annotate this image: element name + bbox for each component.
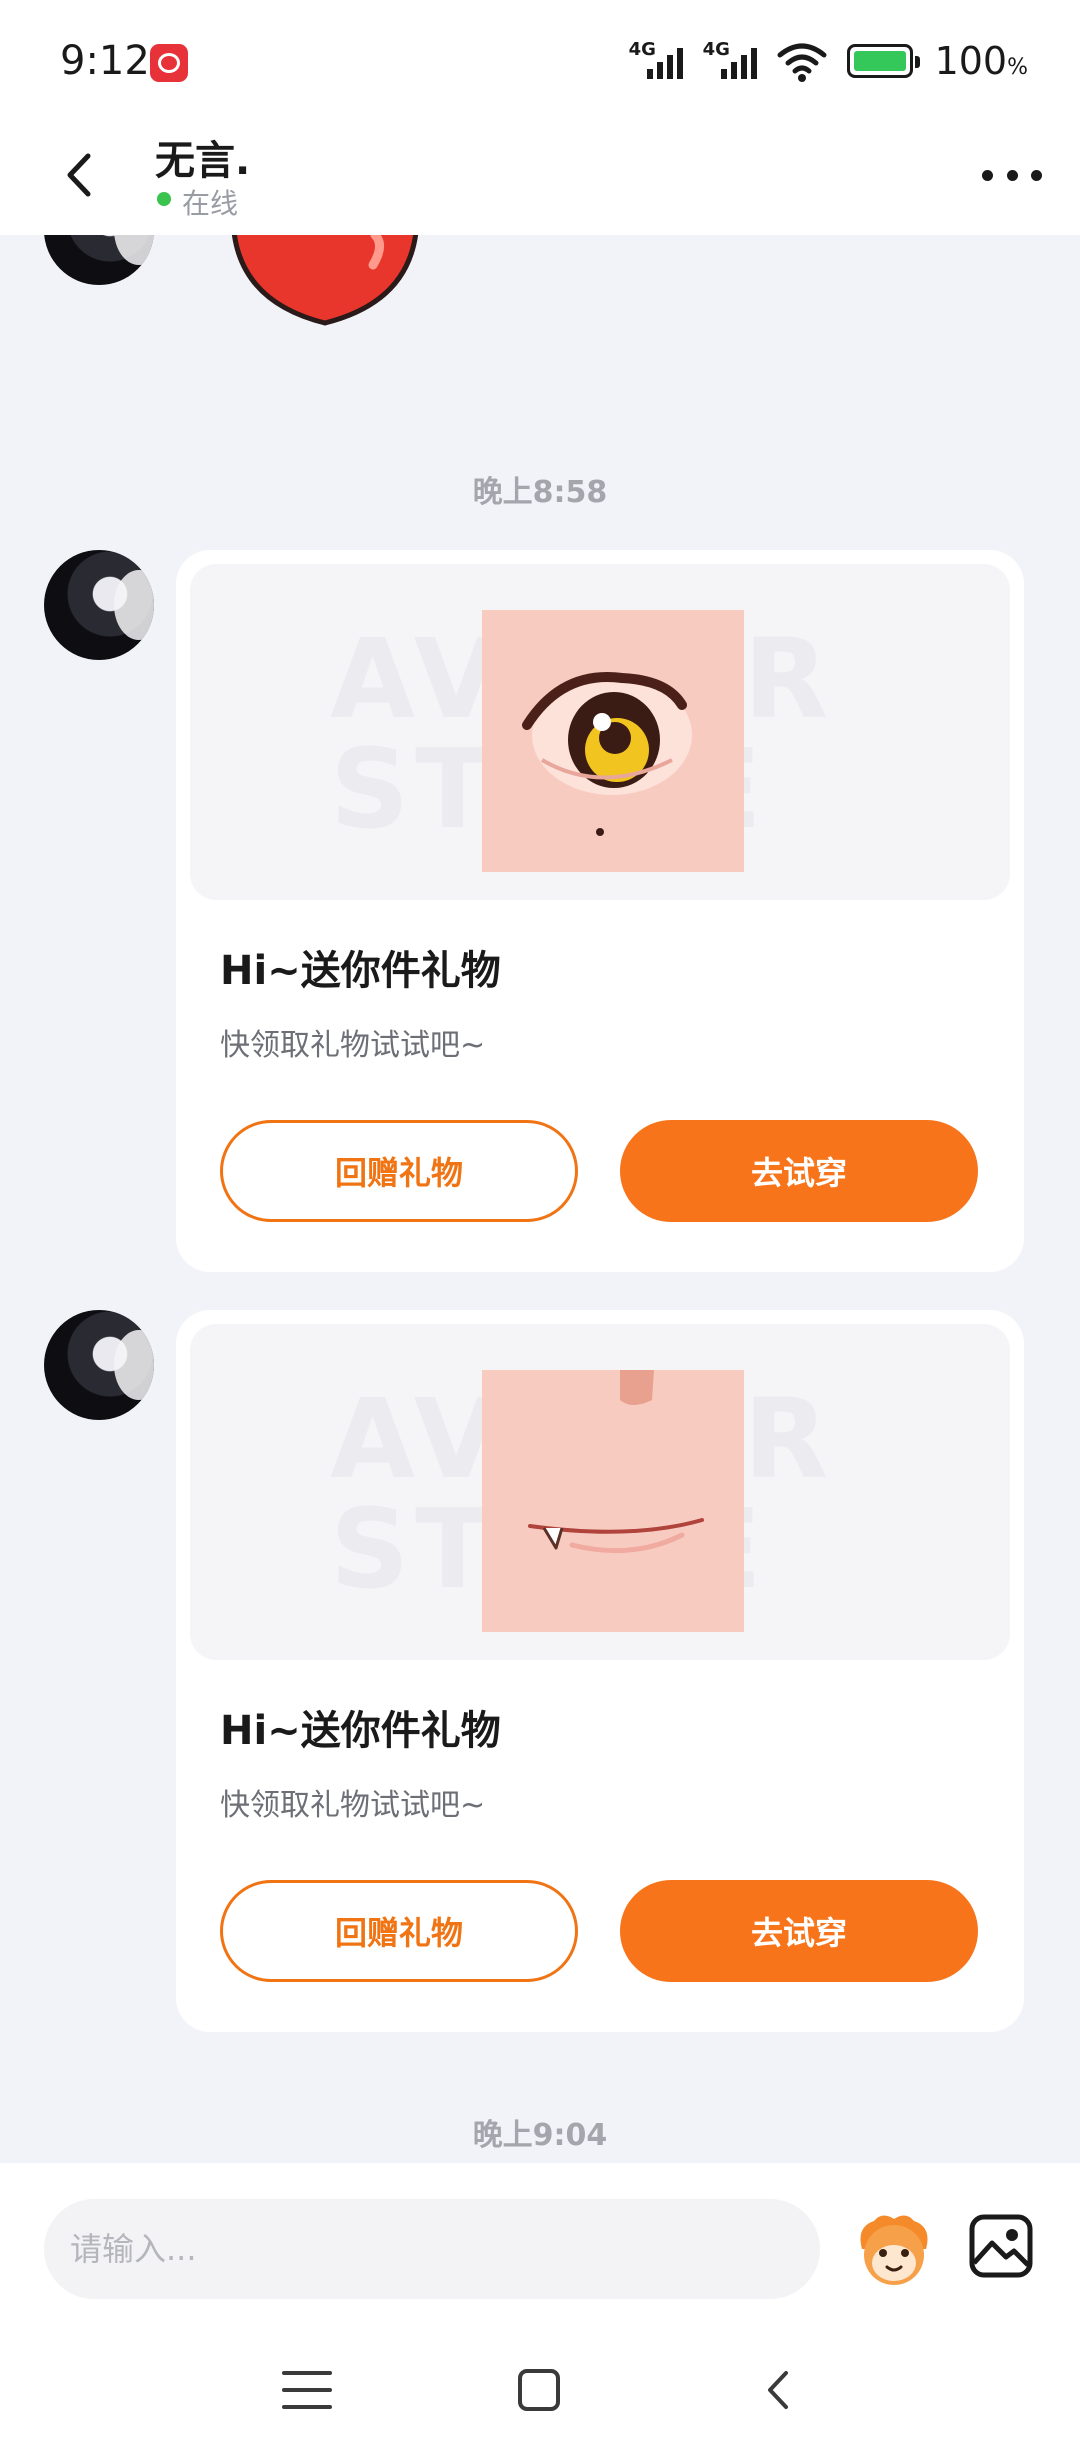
gift-preview[interactable]: AVATAR STORE <box>190 1324 1010 1660</box>
more-icon[interactable] <box>982 150 1042 200</box>
composer-bar <box>0 2163 1080 2333</box>
message-input[interactable] <box>44 2199 820 2299</box>
chat-header: 无言. 在线 <box>0 120 1080 235</box>
gift-mouth-image <box>482 1370 744 1632</box>
gift-title: Hi~送你件礼物 <box>220 1708 501 1754</box>
message-timestamp: 晚上8:58 <box>472 475 608 510</box>
battery-icon <box>846 44 920 78</box>
gift-card[interactable]: AVATAR STORE Hi~送你件礼物 快领取礼物试试吧~ 回赠礼物 去试穿 <box>176 550 1024 1272</box>
notification-app-icon <box>150 44 188 82</box>
image-icon[interactable] <box>966 2211 1036 2281</box>
avatar[interactable] <box>44 235 154 285</box>
cellular-signal-icon: 4G <box>629 39 691 83</box>
gift-subtitle: 快领取礼物试试吧~ <box>220 1028 486 1063</box>
message-timestamp: 晚上9:04 <box>472 2118 608 2153</box>
wifi-icon <box>777 43 827 82</box>
back-arrow-icon[interactable] <box>46 140 116 210</box>
try-on-button[interactable]: 去试穿 <box>620 1120 978 1222</box>
chat-messages[interactable]: 晚上8:58 AVATAR STORE Hi~送你件礼物 快领取礼物试试吧~ 回… <box>0 235 1080 2163</box>
gift-title: Hi~送你件礼物 <box>220 948 501 994</box>
gift-card[interactable]: AVATAR STORE Hi~送你件礼物 快领取礼物试试吧~ 回赠礼物 去试穿 <box>176 1310 1024 2032</box>
gift-preview[interactable]: AVATAR STORE <box>190 564 1010 900</box>
home-icon[interactable] <box>518 2369 560 2411</box>
nav-back-icon[interactable] <box>756 2367 802 2413</box>
heart-sticker-image[interactable] <box>225 235 425 355</box>
status-bar: 9:12 4G 4G 100% <box>0 0 1080 120</box>
try-on-button[interactable]: 去试穿 <box>620 1880 978 1982</box>
system-nav-bar <box>0 2333 1080 2460</box>
avatar[interactable] <box>44 550 154 660</box>
online-status-dot <box>157 192 171 206</box>
gift-subtitle: 快领取礼物试试吧~ <box>220 1788 486 1823</box>
emoji-icon[interactable] <box>852 2207 936 2291</box>
online-status-text: 在线 <box>182 187 239 220</box>
return-gift-button[interactable]: 回赠礼物 <box>220 1120 578 1222</box>
menu-icon[interactable] <box>282 2365 332 2415</box>
return-gift-button[interactable]: 回赠礼物 <box>220 1880 578 1982</box>
avatar[interactable] <box>44 1310 154 1420</box>
gift-eye-image <box>482 610 744 872</box>
status-time: 9:12 <box>60 38 150 84</box>
contact-name[interactable]: 无言. <box>155 128 250 186</box>
cellular-signal-icon: 4G <box>703 39 765 83</box>
battery-percent: 100% <box>934 39 1028 83</box>
status-indicators: 4G 4G 100% <box>629 36 1028 86</box>
